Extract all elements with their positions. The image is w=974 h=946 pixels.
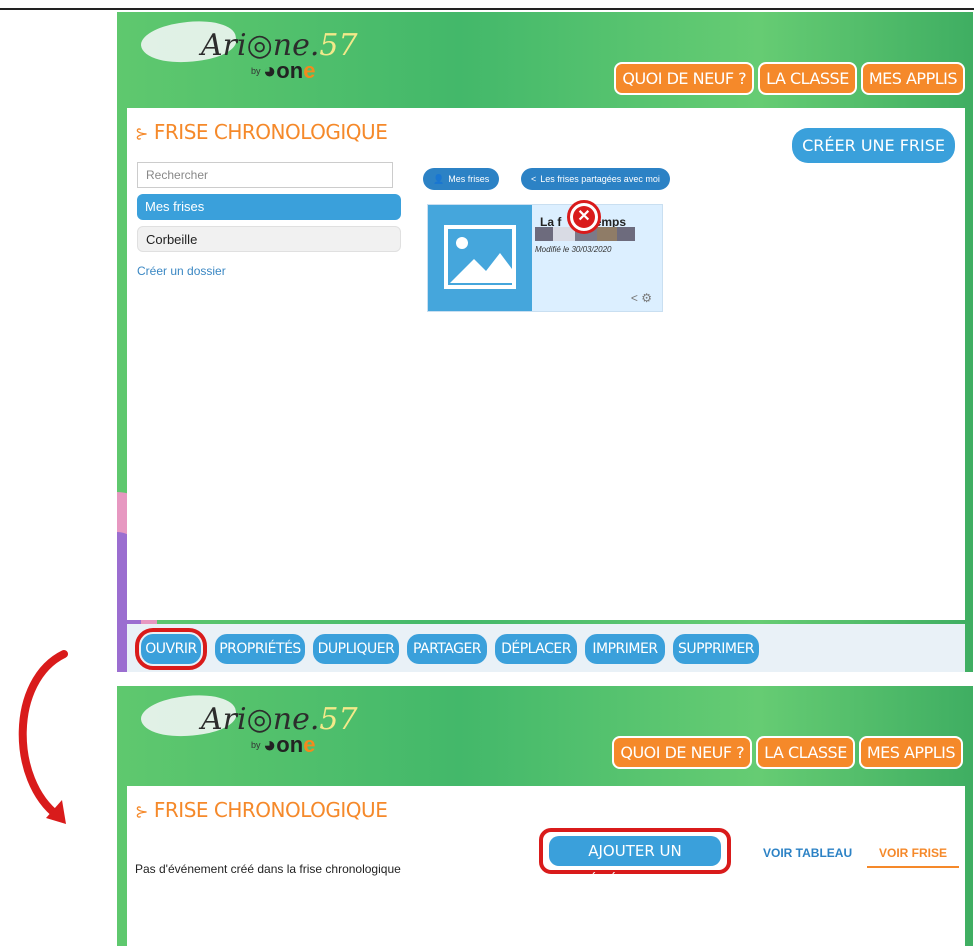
red-curved-arrow-icon bbox=[18, 650, 68, 824]
card-actions: < ⚙ bbox=[631, 291, 652, 305]
nav-la-classe[interactable]: LA CLASSE bbox=[758, 62, 857, 95]
page-title: ⊱ FRISE CHRONOLOGIQUE bbox=[135, 120, 388, 144]
share-icon[interactable]: < bbox=[631, 291, 638, 305]
page-title: ⊱ FRISE CHRONOLOGIQUE bbox=[135, 798, 388, 822]
dupliquer-button[interactable]: DUPLIQUER bbox=[313, 634, 399, 664]
screenshot-panel-frise-editor: Ari◎ne.57 by ◕one QUOI DE NEUF ? LA CLAS… bbox=[117, 686, 973, 946]
tab-shared-frises[interactable]: < Les frises partagées avec moi bbox=[521, 168, 670, 190]
logo-by: by bbox=[251, 740, 261, 750]
supprimer-button[interactable]: SUPPRIMER bbox=[673, 634, 759, 664]
create-folder-link[interactable]: Créer un dossier bbox=[137, 264, 226, 278]
empty-message: Pas d'événement créé dans la frise chron… bbox=[135, 862, 401, 876]
partager-button[interactable]: PARTAGER bbox=[407, 634, 487, 664]
create-frise-button[interactable]: CRÉER UNE FRISE bbox=[792, 128, 955, 163]
logo-by: by bbox=[251, 66, 261, 76]
image-placeholder-icon bbox=[428, 205, 532, 311]
nav-la-classe[interactable]: LA CLASSE bbox=[756, 736, 855, 769]
proprietes-button[interactable]: PROPRIÉTÉS bbox=[215, 634, 305, 664]
screenshot-panel-frise-list: Ari◎ne.57 by ◕one QUOI DE NEUF ? LA CLAS… bbox=[117, 12, 973, 672]
nav-mes-applis[interactable]: MES APPLIS bbox=[860, 62, 965, 95]
folder-mes-frises[interactable]: Mes frises bbox=[137, 194, 401, 220]
nav-quoi-de-neuf[interactable]: QUOI DE NEUF ? bbox=[612, 736, 753, 769]
action-toolbar: OUVRIR PROPRIÉTÉS DUPLIQUER PARTAGER DÉP… bbox=[127, 624, 965, 672]
ariane57-logo[interactable]: Ari◎ne.57 by ◕one bbox=[138, 15, 358, 88]
tab-voir-frise[interactable]: VOIR FRISE bbox=[867, 840, 960, 868]
one-logo: ◕one bbox=[263, 58, 316, 83]
tab-voir-tableau[interactable]: VOIR TABLEAU bbox=[751, 840, 864, 866]
imprimer-button[interactable]: IMPRIMER bbox=[585, 634, 665, 664]
user-icon: 👤 bbox=[433, 174, 445, 184]
top-border bbox=[0, 8, 974, 10]
top-nav: QUOI DE NEUF ? LA CLASSE MES APPLIS bbox=[612, 736, 963, 769]
add-event-button[interactable]: AJOUTER UN ÉVÉNEMENT bbox=[549, 836, 721, 890]
share-icon: < bbox=[531, 174, 537, 184]
nav-quoi-de-neuf[interactable]: QUOI DE NEUF ? bbox=[614, 62, 755, 95]
nav-mes-applis[interactable]: MES APPLIS bbox=[858, 736, 963, 769]
folder-corbeille[interactable]: Corbeille bbox=[137, 226, 401, 252]
tab-mes-frises[interactable]: 👤 Mes frises bbox=[423, 168, 500, 190]
ariane57-logo[interactable]: Ari◎ne.57 by ◕one bbox=[138, 689, 358, 762]
deplacer-button[interactable]: DÉPLACER bbox=[495, 634, 577, 664]
main-content: ⊱ FRISE CHRONOLOGIQUE CRÉER UNE FRISE Rec… bbox=[127, 108, 965, 620]
one-logo: ◕one bbox=[263, 732, 316, 757]
ouvrir-button[interactable]: OUVRIR bbox=[135, 628, 207, 670]
card-modified-date: Modifié le 30/03/2020 bbox=[535, 245, 612, 254]
main-content: ⊱ FRISE CHRONOLOGIQUE AJOUTER UN ÉVÉNEMEN… bbox=[127, 786, 965, 946]
timeline-icon: ⊱ bbox=[135, 124, 148, 143]
top-nav: QUOI DE NEUF ? LA CLASSE MES APPLIS bbox=[614, 62, 965, 95]
timeline-icon: ⊱ bbox=[135, 802, 148, 821]
search-input[interactable]: Rechercher bbox=[137, 162, 393, 188]
gear-icon[interactable]: ⚙ bbox=[641, 291, 652, 305]
close-icon[interactable]: ✕ bbox=[567, 200, 601, 234]
frise-card[interactable]: La f emps Modifié le 30/03/2020 < ⚙ bbox=[427, 204, 663, 312]
